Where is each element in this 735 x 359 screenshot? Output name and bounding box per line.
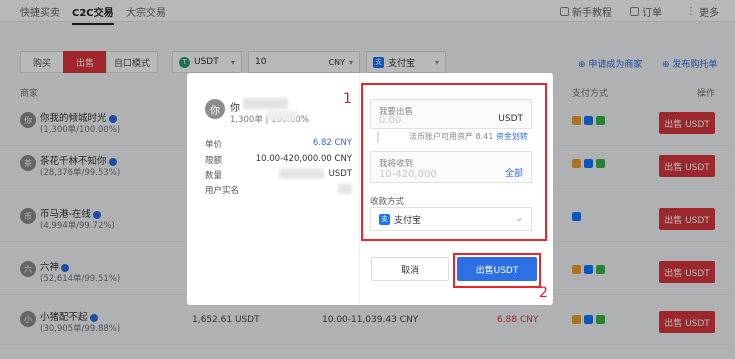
avatar: 你 xyxy=(205,99,225,119)
redacted-realname xyxy=(338,184,352,194)
unit-price-value: 6.82 CNY xyxy=(312,138,352,148)
unit-price-label: 单价 xyxy=(205,140,223,150)
sell-modal: 你 你 1,300单 | 100.00% 单价 6.82 CNY 限额 10.0… xyxy=(187,73,553,305)
cancel-button[interactable]: 取消 xyxy=(371,257,449,281)
panel-divider xyxy=(359,73,360,305)
annotation-marker-2: 2 xyxy=(539,285,548,301)
annotation-marker-1: 1 xyxy=(343,91,352,107)
highlight-box-2 xyxy=(453,253,541,288)
limit-label: 限额 xyxy=(205,156,223,166)
limit-value: 10.00-420,000.00 CNY xyxy=(255,154,352,164)
quantity-label: 数量 xyxy=(205,171,223,181)
merchant-info-panel: 你 你 1,300单 | 100.00% 单价 6.82 CNY 限额 10.0… xyxy=(187,73,359,305)
redacted-name xyxy=(243,98,288,109)
redacted-quantity xyxy=(279,169,324,179)
redacted-stats xyxy=(267,111,297,121)
merchant-name: 你 xyxy=(230,103,240,114)
quantity-unit: USDT xyxy=(328,169,352,179)
realname-label: 用户实名 xyxy=(205,186,240,196)
highlight-box-1 xyxy=(361,83,547,241)
